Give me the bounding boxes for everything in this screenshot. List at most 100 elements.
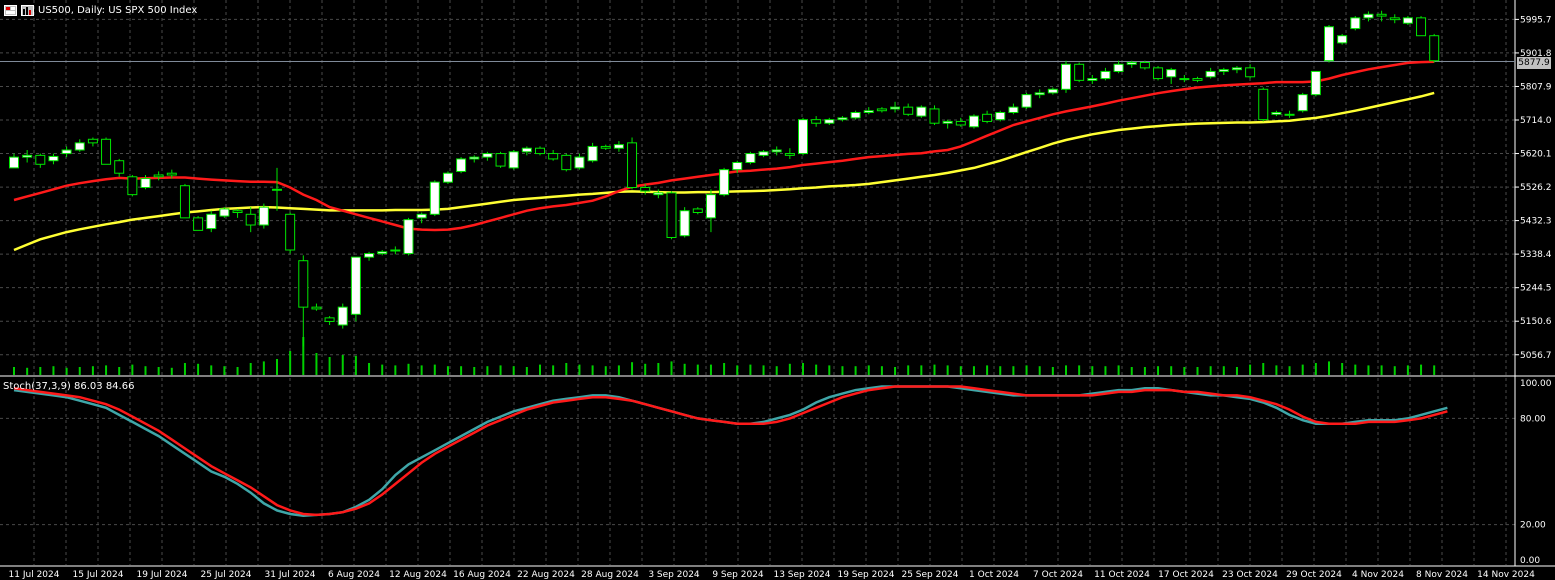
candle-body [429,181,440,215]
candle-body [377,251,388,255]
candle-body [22,154,33,158]
candle-body [1087,78,1098,81]
stoch-tick-label: 80.00 [1520,414,1546,424]
date-tick-label: 31 Jul 2024 [265,570,316,580]
candle-body [1218,69,1229,72]
candle-body [495,153,506,167]
candle-body [876,108,887,112]
date-tick-label: 13 Sep 2024 [773,570,830,580]
date-tick-label: 12 Aug 2024 [389,570,447,580]
candle-body [61,149,72,155]
candle-body [1337,35,1348,44]
candle-body [166,172,177,176]
candle-body [837,117,848,121]
candle-body [324,317,335,322]
candle-body [285,213,296,251]
date-tick-label: 15 Jul 2024 [73,570,124,580]
candle-body [561,154,572,171]
candle-body [587,145,598,162]
candle-body [1021,94,1032,108]
candle-body [955,120,966,126]
candle-body [995,112,1006,121]
candle-body [390,249,401,252]
candle-body [942,120,953,124]
candle-body [653,192,664,196]
candle-body [1205,70,1216,78]
candle-body [1310,70,1321,96]
bar-chart-icon[interactable] [21,4,34,16]
candle-body [1192,78,1203,81]
candle-body [600,145,611,149]
price-tick-label: 5714.0 [1520,116,1552,126]
date-tick-label: 28 Aug 2024 [581,570,639,580]
candle-body [1126,62,1137,65]
candle-body [719,169,730,196]
candle-body [245,213,256,226]
candle-body [193,217,204,231]
candle-body [1297,94,1308,112]
candle-body [745,153,756,163]
candle-body [1034,92,1045,96]
candle-body [705,194,716,219]
candle-body [666,192,677,239]
candle-body [784,153,795,156]
candle-body [87,138,98,144]
candle-body [1363,13,1374,19]
candle-body [35,154,46,165]
stoch-tick-label: 100.00 [1520,379,1552,389]
candle-body [1166,69,1177,78]
candle-body [574,156,585,169]
candle-body [469,156,480,160]
stochastic-label: Stoch(37,3,9) 86.03 84.66 [3,381,135,392]
candle-body [1047,88,1058,94]
price-tick-label: 5244.5 [1520,284,1552,294]
date-tick-label: 4 Nov 2024 [1352,570,1404,580]
candle-body [1061,63,1071,90]
date-tick-label: 6 Aug 2024 [328,570,380,580]
date-tick-label: 19 Jul 2024 [137,570,188,580]
chart-canvas[interactable]: 5995.75901.85807.95714.05620.15526.25432… [0,0,1555,580]
candle-body [114,160,125,174]
candle-body [1139,62,1150,69]
candle-body [74,142,85,151]
price-tick-label: 5150.6 [1520,317,1552,327]
candle-body [1389,17,1400,21]
date-tick-label: 17 Oct 2024 [1158,570,1214,580]
candle-body [364,253,375,258]
candle-body [153,174,164,178]
date-tick-label: 11 Oct 2024 [1094,570,1150,580]
candle-body [1231,67,1242,71]
candle-body [140,178,151,188]
candle-body [1074,63,1085,81]
price-tick-label: 5432.3 [1520,217,1552,227]
candle-body [771,149,782,153]
price-tick-label: 5338.4 [1520,250,1552,260]
candle-body [640,187,651,192]
candle-body [1429,35,1440,62]
candle-body [968,115,979,128]
stoch-tick-label: 0.00 [1520,556,1540,566]
date-tick-label: 19 Sep 2024 [837,570,894,580]
candle-body [627,142,638,189]
candle-body [442,172,453,183]
candle-body [521,147,532,153]
candle-body [337,306,348,326]
candle-body [679,210,690,237]
candle-body [508,151,519,169]
candle-body [1258,88,1269,121]
candle-body [1284,113,1295,116]
candle-body [127,176,138,196]
candle-body [798,119,808,155]
candle-body [811,119,822,124]
window-grid-icon[interactable] [4,4,17,16]
date-tick-label: 1 Oct 2024 [969,570,1019,580]
candle-body [232,210,243,213]
candle-body [9,156,19,169]
candle-body [1416,17,1427,37]
date-tick-label: 23 Oct 2024 [1222,570,1278,580]
price-tick-label: 5995.7 [1520,15,1552,25]
candle-body [535,147,545,155]
candle-body [1153,67,1164,80]
price-tick-label: 5056.7 [1520,351,1552,361]
candle-body [1100,70,1111,80]
